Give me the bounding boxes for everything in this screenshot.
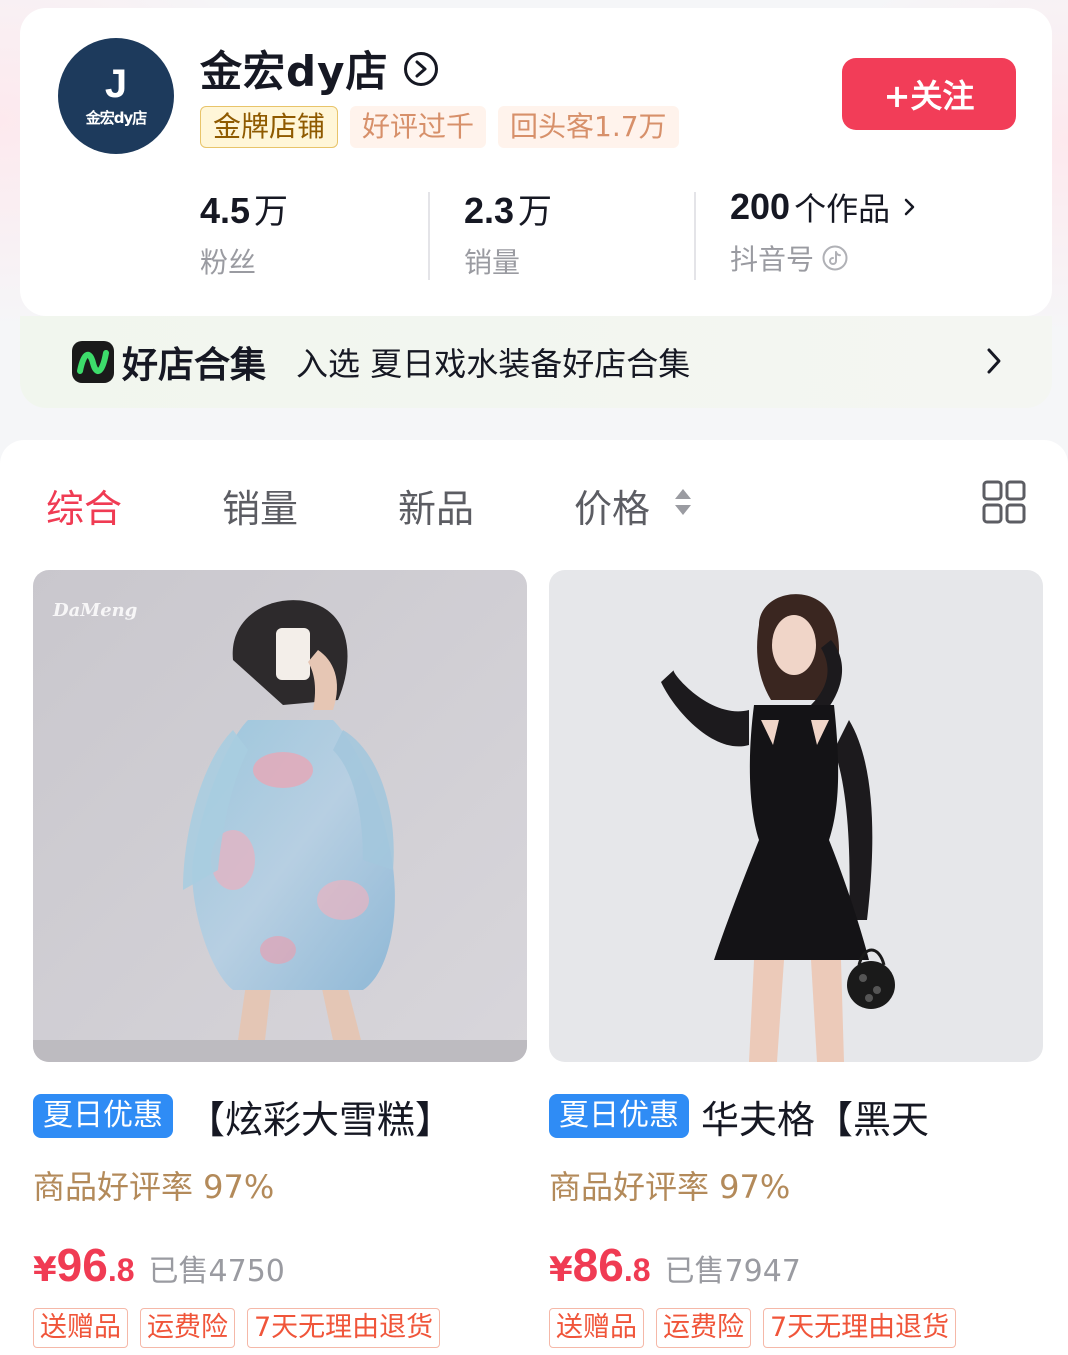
shop-detail-arrow-icon[interactable] <box>404 51 439 86</box>
product-rating: 商品好评率 97% <box>33 1168 275 1206</box>
price-row: ¥ 96 .8 已售4750 <box>33 1238 527 1292</box>
product-card[interactable]: 夏日优惠 华夫格【黑天 商品好评率 97% ¥ 86 .8 已售7947 送赠品… <box>549 570 1043 1348</box>
avatar-letter: J <box>104 61 128 106</box>
works-count: 200 <box>730 186 791 227</box>
sales-stat[interactable]: 2.3 万 销量 <box>464 184 552 281</box>
currency-symbol: ¥ <box>549 1250 573 1290</box>
price-decimal: .8 <box>623 1252 651 1288</box>
currency-symbol: ¥ <box>33 1250 57 1290</box>
chevron-right-icon <box>987 348 1001 374</box>
product-title[interactable]: 华夫格【黑天 <box>701 1092 929 1141</box>
fans-count: 4.5 <box>200 190 251 231</box>
shop-stats: 4.5 万 粉丝 2.3 万 销量 200 个作品 抖音号 <box>200 184 1020 284</box>
good-shop-title: 好店合集 <box>122 345 267 386</box>
sold-count: 已售4750 <box>148 1254 285 1289</box>
service-tag-7day-return: 7天无理由退货 <box>763 1308 957 1348</box>
product-list-area: 综合 销量 新品 价格 DaMeng 夏日优惠 【炫彩大雪糕】 商品好评率 97… <box>0 440 1068 1355</box>
good-shop-collection-banner[interactable]: 好店合集 入选 夏日戏水装备好店合集 <box>20 316 1052 408</box>
service-tag-gift: 送赠品 <box>33 1308 128 1348</box>
tab-sales[interactable]: 销量 <box>222 478 298 533</box>
follow-button[interactable]: +关注 <box>842 58 1016 130</box>
chevron-right-icon <box>904 198 915 216</box>
summer-discount-badge: 夏日优惠 <box>33 1094 173 1138</box>
service-tags: 送赠品 运费险 7天无理由退货 <box>33 1308 527 1348</box>
price-decimal: .8 <box>107 1252 135 1288</box>
stat-divider <box>428 192 430 280</box>
shop-name-row[interactable]: 金宏dy店 <box>200 38 439 99</box>
product-image[interactable] <box>549 570 1043 1062</box>
product-card[interactable]: DaMeng 夏日优惠 【炫彩大雪糕】 商品好评率 97% ¥ 96 .8 已售… <box>33 570 527 1348</box>
price-integer: 86 <box>572 1239 624 1291</box>
service-tags: 送赠品 运费险 7天无理由退货 <box>549 1308 1043 1348</box>
douyin-icon <box>822 245 848 271</box>
shop-header-card: J 金宏dy店 金宏dy店 金牌店铺 好评过千 回头客1.7万 +关注 4.5 万… <box>20 8 1052 316</box>
stat-divider <box>694 192 696 280</box>
tab-new[interactable]: 新品 <box>398 478 474 533</box>
good-shop-description: 入选 夏日戏水装备好店合集 <box>296 345 691 383</box>
tab-comprehensive[interactable]: 综合 <box>46 478 122 533</box>
shop-avatar[interactable]: J 金宏dy店 <box>58 38 174 154</box>
avatar-shop-name: 金宏dy店 <box>85 108 148 127</box>
fans-stat[interactable]: 4.5 万 粉丝 <box>200 184 288 281</box>
shop-name: 金宏dy店 <box>200 47 389 96</box>
sold-count: 已售7947 <box>664 1254 801 1289</box>
good-reviews-tag[interactable]: 好评过千 <box>350 106 487 148</box>
sort-bar: 综合 销量 新品 价格 <box>0 440 1068 560</box>
fans-unit: 万 <box>254 192 289 232</box>
gold-shop-tag[interactable]: 金牌店铺 <box>200 106 339 148</box>
product-title[interactable]: 【炫彩大雪糕】 <box>187 1092 453 1141</box>
works-unit: 个作品 <box>794 190 891 228</box>
price-integer: 96 <box>56 1239 108 1291</box>
sales-label: 销量 <box>464 246 521 279</box>
returning-customers-tag[interactable]: 回头客1.7万 <box>498 106 679 148</box>
product-image[interactable]: DaMeng <box>33 570 527 1062</box>
product-photo-black-dress <box>549 570 1043 1062</box>
good-shop-logo-icon <box>72 341 114 383</box>
douyin-id-label: 抖音号 <box>730 243 815 276</box>
sort-arrows-icon[interactable] <box>674 488 692 516</box>
price-row: ¥ 86 .8 已售7947 <box>549 1238 1043 1292</box>
summer-discount-badge: 夏日优惠 <box>549 1094 689 1138</box>
watermark-text: DaMeng <box>52 600 137 621</box>
sales-unit: 万 <box>518 192 553 232</box>
grid-view-icon[interactable] <box>982 480 1026 524</box>
sales-count: 2.3 <box>464 190 515 231</box>
service-tag-shipping-insurance: 运费险 <box>656 1308 751 1348</box>
product-rating: 商品好评率 97% <box>549 1168 791 1206</box>
service-tag-7day-return: 7天无理由退货 <box>247 1308 441 1348</box>
works-stat[interactable]: 200 个作品 抖音号 <box>730 184 916 278</box>
tab-price[interactable]: 价格 <box>574 478 650 533</box>
shop-tags: 金牌店铺 好评过千 回头客1.7万 <box>200 106 679 148</box>
fans-label: 粉丝 <box>200 246 257 279</box>
service-tag-gift: 送赠品 <box>549 1308 644 1348</box>
service-tag-shipping-insurance: 运费险 <box>140 1308 235 1348</box>
product-photo-floral-dress: DaMeng <box>33 570 527 1062</box>
